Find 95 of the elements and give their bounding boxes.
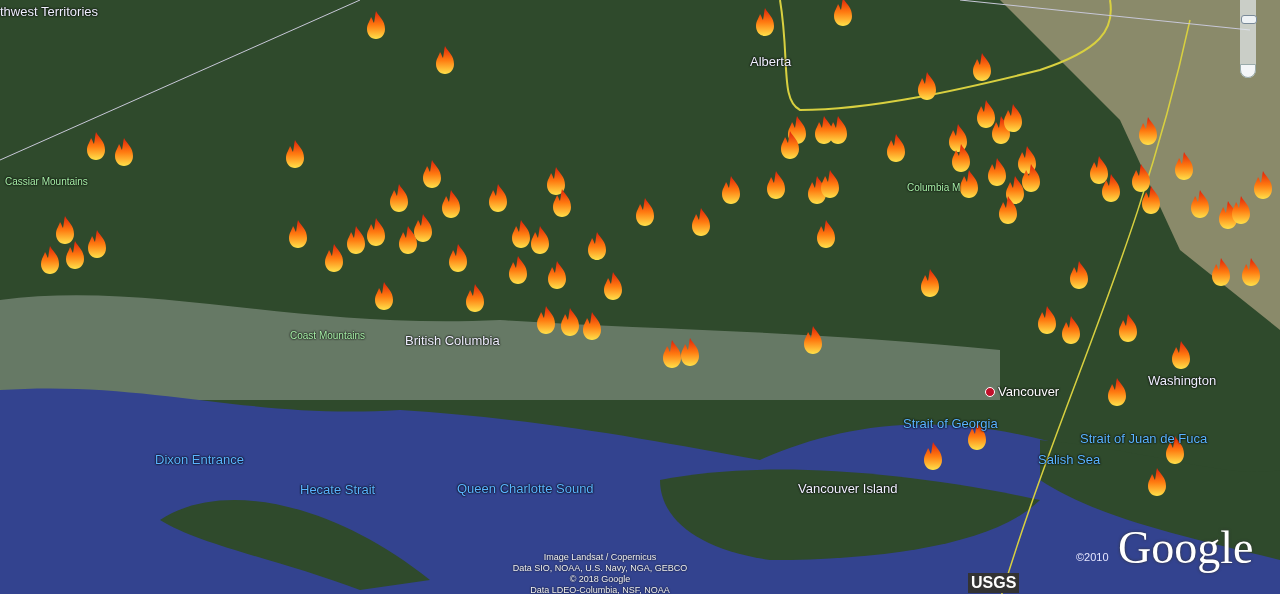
attribution-text: Data LDEO-Columbia, NSF, NOAA bbox=[530, 585, 670, 594]
attribution-text: Image Landsat / Copernicus bbox=[543, 552, 657, 563]
map-label: Dixon Entrance bbox=[155, 452, 244, 468]
fire-icon[interactable] bbox=[947, 123, 969, 153]
map-label: Washington bbox=[1148, 373, 1217, 389]
fire-icon[interactable] bbox=[529, 225, 551, 255]
map-label: Columbia M bbox=[907, 181, 961, 195]
fire-icon[interactable] bbox=[388, 183, 410, 213]
fire-icon[interactable] bbox=[510, 219, 532, 249]
fire-icon[interactable] bbox=[1036, 305, 1058, 335]
fire-icon[interactable] bbox=[1170, 340, 1192, 370]
fire-icon[interactable] bbox=[1060, 315, 1082, 345]
fire-icon[interactable] bbox=[1117, 313, 1139, 343]
fire-icon[interactable] bbox=[754, 7, 776, 37]
fire-icon[interactable] bbox=[1016, 145, 1038, 175]
fire-icon[interactable] bbox=[1140, 185, 1162, 215]
map-label: Strait of Georgia bbox=[903, 416, 998, 432]
fire-icon[interactable] bbox=[765, 170, 787, 200]
map-label: Queen Charlotte Sound bbox=[457, 481, 594, 497]
fire-icon[interactable] bbox=[1020, 163, 1042, 193]
fire-icon[interactable] bbox=[487, 183, 509, 213]
fire-icon[interactable] bbox=[586, 231, 608, 261]
attribution-text: © 2018 Google bbox=[569, 574, 631, 585]
fire-icon[interactable] bbox=[1002, 103, 1024, 133]
fire-icon[interactable] bbox=[819, 169, 841, 199]
fire-icon[interactable] bbox=[1210, 257, 1232, 287]
fire-icon[interactable] bbox=[1088, 155, 1110, 185]
usgs-logo: USGS bbox=[968, 573, 1020, 593]
fire-icon[interactable] bbox=[950, 143, 972, 173]
zoom-slider[interactable] bbox=[1240, 0, 1256, 78]
fire-icon[interactable] bbox=[720, 175, 742, 205]
map-label: Strait of Juan de Fuca bbox=[1080, 431, 1208, 447]
fire-icon[interactable] bbox=[64, 240, 86, 270]
fire-icon[interactable] bbox=[559, 307, 581, 337]
fire-icon[interactable] bbox=[440, 189, 462, 219]
fire-icon[interactable] bbox=[986, 157, 1008, 187]
fire-icon[interactable] bbox=[1130, 163, 1152, 193]
fire-icon[interactable] bbox=[1100, 173, 1122, 203]
attribution-text: Data SIO, NOAA, U.S. Navy, NGA, GEBCO bbox=[512, 563, 688, 574]
fire-icon[interactable] bbox=[421, 159, 443, 189]
fire-icon[interactable] bbox=[779, 130, 801, 160]
map-label: Coast Mountains bbox=[290, 329, 366, 343]
fire-icon[interactable] bbox=[958, 169, 980, 199]
fire-icon[interactable] bbox=[997, 195, 1019, 225]
copyright-text: ©2010 bbox=[1076, 551, 1109, 563]
city-marker-icon bbox=[985, 387, 995, 397]
fire-icon[interactable] bbox=[323, 243, 345, 273]
fire-icon[interactable] bbox=[113, 137, 135, 167]
fire-icon[interactable] bbox=[634, 197, 656, 227]
fire-icon[interactable] bbox=[975, 99, 997, 129]
fire-icon[interactable] bbox=[551, 188, 573, 218]
fire-icon[interactable] bbox=[287, 219, 309, 249]
zoom-out-button[interactable] bbox=[1240, 64, 1256, 78]
fire-icon[interactable] bbox=[397, 225, 419, 255]
fire-icon[interactable] bbox=[365, 10, 387, 40]
map-label: British Columbia bbox=[405, 333, 500, 349]
fire-icon[interactable] bbox=[85, 131, 107, 161]
fire-icon[interactable] bbox=[1146, 467, 1168, 497]
fire-icon[interactable] bbox=[464, 283, 486, 313]
fire-icon[interactable] bbox=[284, 139, 306, 169]
fire-icon[interactable] bbox=[434, 45, 456, 75]
fire-icon[interactable] bbox=[39, 245, 61, 275]
fire-icon[interactable] bbox=[545, 166, 567, 196]
fire-icon[interactable] bbox=[507, 255, 529, 285]
map-label: Vancouver Island bbox=[798, 481, 898, 497]
fire-icon[interactable] bbox=[412, 213, 434, 243]
fire-icon[interactable] bbox=[885, 133, 907, 163]
fire-icon[interactable] bbox=[922, 441, 944, 471]
fire-icon[interactable] bbox=[990, 115, 1012, 145]
map-label: thwest Territories bbox=[0, 4, 98, 20]
fire-icon[interactable] bbox=[802, 325, 824, 355]
fire-icon[interactable] bbox=[447, 243, 469, 273]
slider-thumb[interactable] bbox=[1241, 15, 1257, 24]
map-label: Hecate Strait bbox=[300, 482, 376, 498]
fire-icon[interactable] bbox=[690, 207, 712, 237]
fire-icon[interactable] bbox=[581, 311, 603, 341]
fire-icon[interactable] bbox=[1068, 260, 1090, 290]
fire-icon[interactable] bbox=[345, 225, 367, 255]
fire-icon[interactable] bbox=[919, 268, 941, 298]
map-label: Cassiar Mountains bbox=[5, 175, 88, 189]
fire-icon[interactable] bbox=[365, 217, 387, 247]
fire-icon[interactable] bbox=[815, 219, 837, 249]
fire-icon[interactable] bbox=[86, 229, 108, 259]
fire-icon[interactable] bbox=[602, 271, 624, 301]
fire-icon[interactable] bbox=[916, 71, 938, 101]
fire-icon[interactable] bbox=[1004, 175, 1026, 205]
fire-icon[interactable] bbox=[971, 52, 993, 82]
fire-icon[interactable] bbox=[535, 305, 557, 335]
fire-icon[interactable] bbox=[832, 0, 854, 27]
fire-icon[interactable] bbox=[373, 281, 395, 311]
fire-icon[interactable] bbox=[546, 260, 568, 290]
map-label: Vancouver bbox=[998, 384, 1060, 400]
google-logo: Google bbox=[1118, 522, 1254, 574]
fire-icon[interactable] bbox=[54, 215, 76, 245]
fire-icon[interactable] bbox=[1106, 377, 1128, 407]
